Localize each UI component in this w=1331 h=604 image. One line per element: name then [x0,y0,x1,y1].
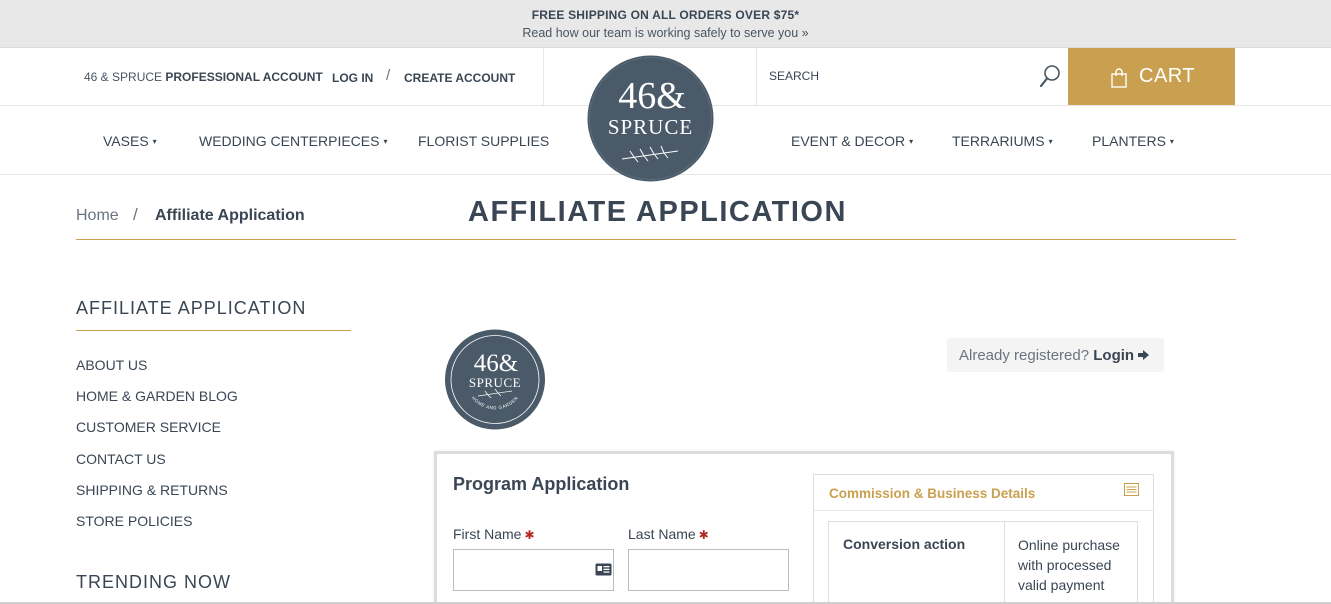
sidebar-heading: AFFILIATE APPLICATION [76,298,307,318]
required-asterisk-icon: ✱ [698,528,709,542]
trending-heading: TRENDING NOW [76,572,231,592]
nav-label: PLANTERS [1092,133,1166,149]
header-separator: / [386,67,391,84]
cart-button[interactable]: CART [1068,48,1235,105]
last-name-label: Last Name ✱ [628,526,709,542]
chevron-down-icon: ▾ [383,137,388,146]
logo-name-text: SPRUCE [469,375,521,390]
login-link[interactable]: LOG IN [332,71,373,85]
promo-safety-link[interactable]: Read how our team is working safely to s… [0,26,1331,40]
logo-number-text: 46& [474,350,518,377]
affiliate-logo: 46& SPRUCE HOME AND GARDEN [445,329,545,430]
first-name-field[interactable] [453,549,614,591]
nav-label: VASES [103,133,149,149]
breadcrumb-separator: / [133,205,138,224]
logo-number-text: 46& [618,75,686,117]
nav-label: FLORIST SUPPLIES [418,133,550,149]
chevron-down-icon: ▾ [1169,137,1174,146]
site-logo[interactable]: 46& SPRUCE [586,55,715,182]
nav-item-vases[interactable]: VASES ▾ [103,133,157,149]
nav-label: EVENT & DECOR [791,133,906,149]
header-divider [543,48,544,105]
sidebar-link-about-us[interactable]: ABOUT US [76,357,147,373]
search-input[interactable] [769,62,1029,90]
list-icon[interactable] [1124,483,1139,496]
chevron-down-icon: ▾ [1048,137,1053,146]
chevron-down-icon: ▾ [909,137,914,146]
table-cell-value: Online purchase with processed valid pay… [1018,537,1120,593]
search-icon[interactable] [1038,64,1062,90]
header-divider [756,48,757,105]
sign-in-arrow-icon [1138,350,1149,360]
create-account-link[interactable]: CREATE ACCOUNT [404,71,515,85]
promo-shipping-text: FREE SHIPPING ON ALL ORDERS OVER $75* [531,8,800,22]
title-divider [76,239,1236,240]
nav-item-florist-supplies[interactable]: FLORIST SUPPLIES [418,133,549,149]
promo-bar: FREE SHIPPING ON ALL ORDERS OVER $75* Re… [0,0,1331,48]
first-name-label-text: First Name [453,526,522,542]
last-name-field[interactable] [628,549,789,591]
sidebar-link-blog[interactable]: HOME & GARDEN BLOG [76,388,238,404]
already-registered-box[interactable]: Already registered? Login [947,338,1164,372]
nav-item-planters[interactable]: PLANTERS ▾ [1092,133,1174,149]
logo-name-text: SPRUCE [608,115,693,139]
table-cell-key: Conversion action [843,536,966,552]
nav-label: TERRARIUMS [952,133,1045,149]
program-application-title: Program Application [453,474,630,494]
last-name-label-text: Last Name [628,526,696,542]
sidebar-link-shipping-returns[interactable]: SHIPPING & RETURNS [76,482,228,498]
first-name-label: First Name ✱ [453,526,535,542]
cart-label: CART [1139,65,1196,87]
sidebar-link-store-policies[interactable]: STORE POLICIES [76,513,192,529]
nav-item-event-decor[interactable]: EVENT & DECOR ▾ [791,133,913,149]
shopping-bag-icon [1111,68,1127,88]
commission-divider [814,510,1153,511]
sidebar-link-customer-service[interactable]: CUSTOMER SERVICE [76,419,221,435]
contact-card-icon [595,563,612,576]
already-registered-text: Already registered? [959,347,1090,364]
breadcrumb-current: Affiliate Application [155,207,305,224]
account-brand-text: 46 & SPRUCE [84,70,163,84]
page-title: AFFILIATE APPLICATION [468,196,847,228]
account-type-text: PROFESSIONAL ACCOUNT [165,70,323,84]
sidebar-link-contact-us[interactable]: CONTACT US [76,451,166,467]
nav-label: WEDDING CENTERPIECES [199,133,380,149]
breadcrumb-home-link[interactable]: Home [76,207,119,225]
sidebar-divider [76,330,351,331]
chevron-down-icon: ▾ [152,137,157,146]
table-column-divider [1004,521,1005,604]
login-link[interactable]: Login [1093,347,1134,364]
nav-item-terrariums[interactable]: TERRARIUMS ▾ [952,133,1053,149]
professional-account-link[interactable]: 46 & SPRUCE PROFESSIONAL ACCOUNT [84,70,323,84]
nav-item-wedding-centerpieces[interactable]: WEDDING CENTERPIECES ▾ [199,133,387,149]
required-asterisk-icon: ✱ [524,528,535,542]
commission-heading: Commission & Business Details [829,486,1036,501]
